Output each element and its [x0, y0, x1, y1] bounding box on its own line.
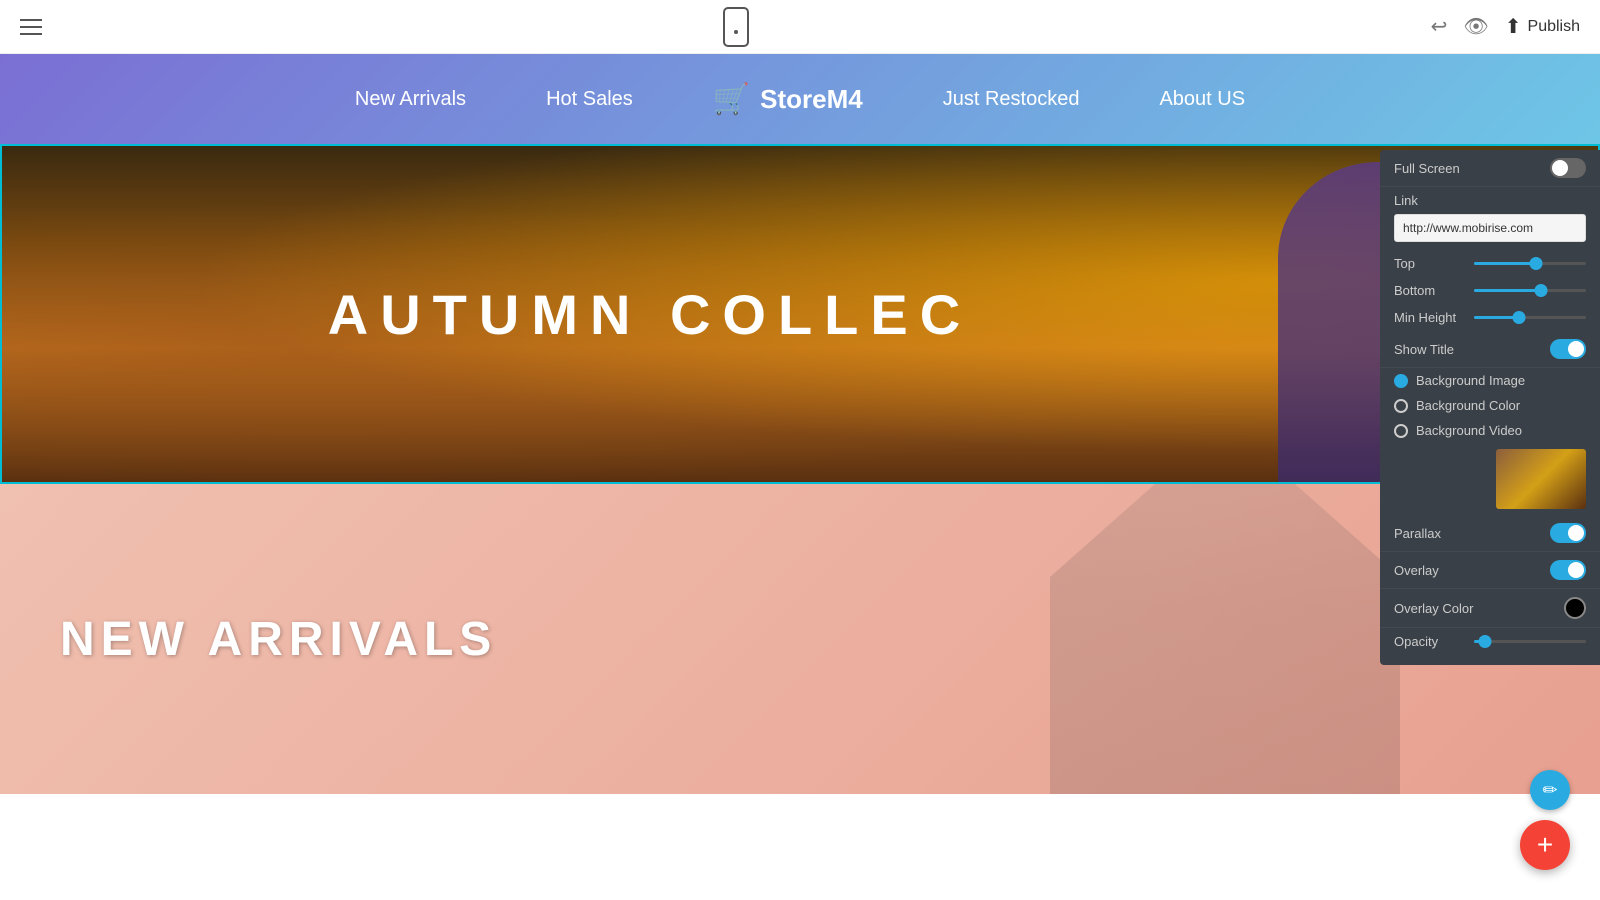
link-label: Link	[1394, 193, 1586, 208]
parallax-thumb	[1568, 525, 1584, 541]
full-screen-thumb	[1552, 160, 1568, 176]
top-slider-fill	[1474, 262, 1536, 265]
top-slider-thumb	[1529, 257, 1542, 270]
parallax-label: Parallax	[1394, 526, 1441, 541]
min-height-slider-track[interactable]	[1474, 316, 1586, 319]
bottom-slider-thumb	[1535, 284, 1548, 297]
bottom-slider-label: Bottom	[1394, 283, 1464, 298]
edit-fab-button[interactable]: ✏	[1530, 770, 1570, 810]
opacity-slider-row: Opacity	[1380, 628, 1600, 655]
mobile-preview-icon[interactable]	[723, 7, 749, 47]
logo-area[interactable]: 🛒 StoreM4	[713, 82, 863, 117]
show-title-row: Show Title	[1380, 331, 1600, 368]
full-screen-label: Full Screen	[1394, 161, 1460, 176]
bg-color-row[interactable]: Background Color	[1380, 393, 1600, 418]
navbar: New Arrivals Hot Sales 🛒 StoreM4 Just Re…	[0, 54, 1600, 144]
top-slider-track[interactable]	[1474, 262, 1586, 265]
bg-video-radio[interactable]	[1394, 424, 1408, 438]
full-screen-row: Full Screen	[1380, 150, 1600, 187]
bg-video-row[interactable]: Background Video	[1380, 418, 1600, 443]
opacity-slider-label: Opacity	[1394, 634, 1464, 649]
nav-item-about-us[interactable]: About US	[1159, 88, 1245, 111]
bg-image-label: Background Image	[1416, 373, 1525, 388]
bg-image-row[interactable]: Background Image	[1380, 368, 1600, 393]
link-row: Link	[1380, 187, 1600, 250]
new-arrivals-section: NEW ARRIVALS	[0, 484, 1600, 794]
full-screen-toggle[interactable]	[1550, 158, 1586, 178]
overlay-toggle[interactable]	[1550, 560, 1586, 580]
undo-icon[interactable]: ↩	[1431, 14, 1448, 39]
hero-title: AUTUMN COLLEC	[2, 282, 1598, 347]
min-height-slider-thumb	[1512, 311, 1525, 324]
opacity-slider-thumb	[1479, 635, 1492, 648]
publish-button[interactable]: ⬆ Publish	[1505, 14, 1580, 39]
min-height-slider-row: Min Height	[1380, 304, 1600, 331]
main-content: New Arrivals Hot Sales 🛒 StoreM4 Just Re…	[0, 54, 1600, 900]
bg-color-radio[interactable]	[1394, 399, 1408, 413]
bg-thumbnail[interactable]	[1496, 449, 1586, 509]
skeleton-person-silhouette	[1050, 484, 1400, 794]
overlay-color-label: Overlay Color	[1394, 601, 1473, 616]
min-height-slider-label: Min Height	[1394, 310, 1464, 325]
top-toolbar: ↩ 👁 ⬆ Publish	[0, 0, 1600, 54]
settings-panel: Full Screen Link Top Bottom Min Height	[1380, 150, 1600, 665]
preview-icon[interactable]: 👁	[1463, 14, 1488, 39]
hero-section: AUTUMN COLLEC ⇅ ↓ </> ⚙ 🗑	[0, 144, 1600, 484]
parallax-toggle[interactable]	[1550, 523, 1586, 543]
thumbnail-row	[1380, 443, 1600, 515]
opacity-slider-track[interactable]	[1474, 640, 1586, 643]
parallax-row: Parallax	[1380, 515, 1600, 552]
hamburger-menu[interactable]	[20, 19, 42, 35]
link-input[interactable]	[1394, 214, 1586, 242]
new-arrivals-title: NEW ARRIVALS	[60, 612, 497, 667]
bottom-slider-track[interactable]	[1474, 289, 1586, 292]
overlay-label: Overlay	[1394, 563, 1439, 578]
bg-video-label: Background Video	[1416, 423, 1522, 438]
overlay-color-swatch[interactable]	[1564, 597, 1586, 619]
overlay-color-row: Overlay Color	[1380, 589, 1600, 628]
top-slider-label: Top	[1394, 256, 1464, 271]
nav-item-just-restocked[interactable]: Just Restocked	[943, 88, 1080, 111]
overlay-thumb	[1568, 562, 1584, 578]
show-title-thumb	[1568, 341, 1584, 357]
logo-text: StoreM4	[760, 84, 863, 115]
bottom-slider-row: Bottom	[1380, 277, 1600, 304]
bg-image-radio[interactable]	[1394, 374, 1408, 388]
logo-icon: 🛒	[713, 82, 750, 117]
show-title-label: Show Title	[1394, 342, 1454, 357]
cloud-upload-icon: ⬆	[1505, 14, 1522, 39]
nav-item-new-arrivals[interactable]: New Arrivals	[355, 88, 466, 111]
bg-color-label: Background Color	[1416, 398, 1520, 413]
bottom-slider-fill	[1474, 289, 1541, 292]
publish-label: Publish	[1528, 18, 1580, 36]
top-slider-row: Top	[1380, 250, 1600, 277]
overlay-row: Overlay	[1380, 552, 1600, 589]
nav-item-hot-sales[interactable]: Hot Sales	[546, 88, 633, 111]
add-section-button[interactable]: +	[1520, 820, 1570, 870]
show-title-toggle[interactable]	[1550, 339, 1586, 359]
